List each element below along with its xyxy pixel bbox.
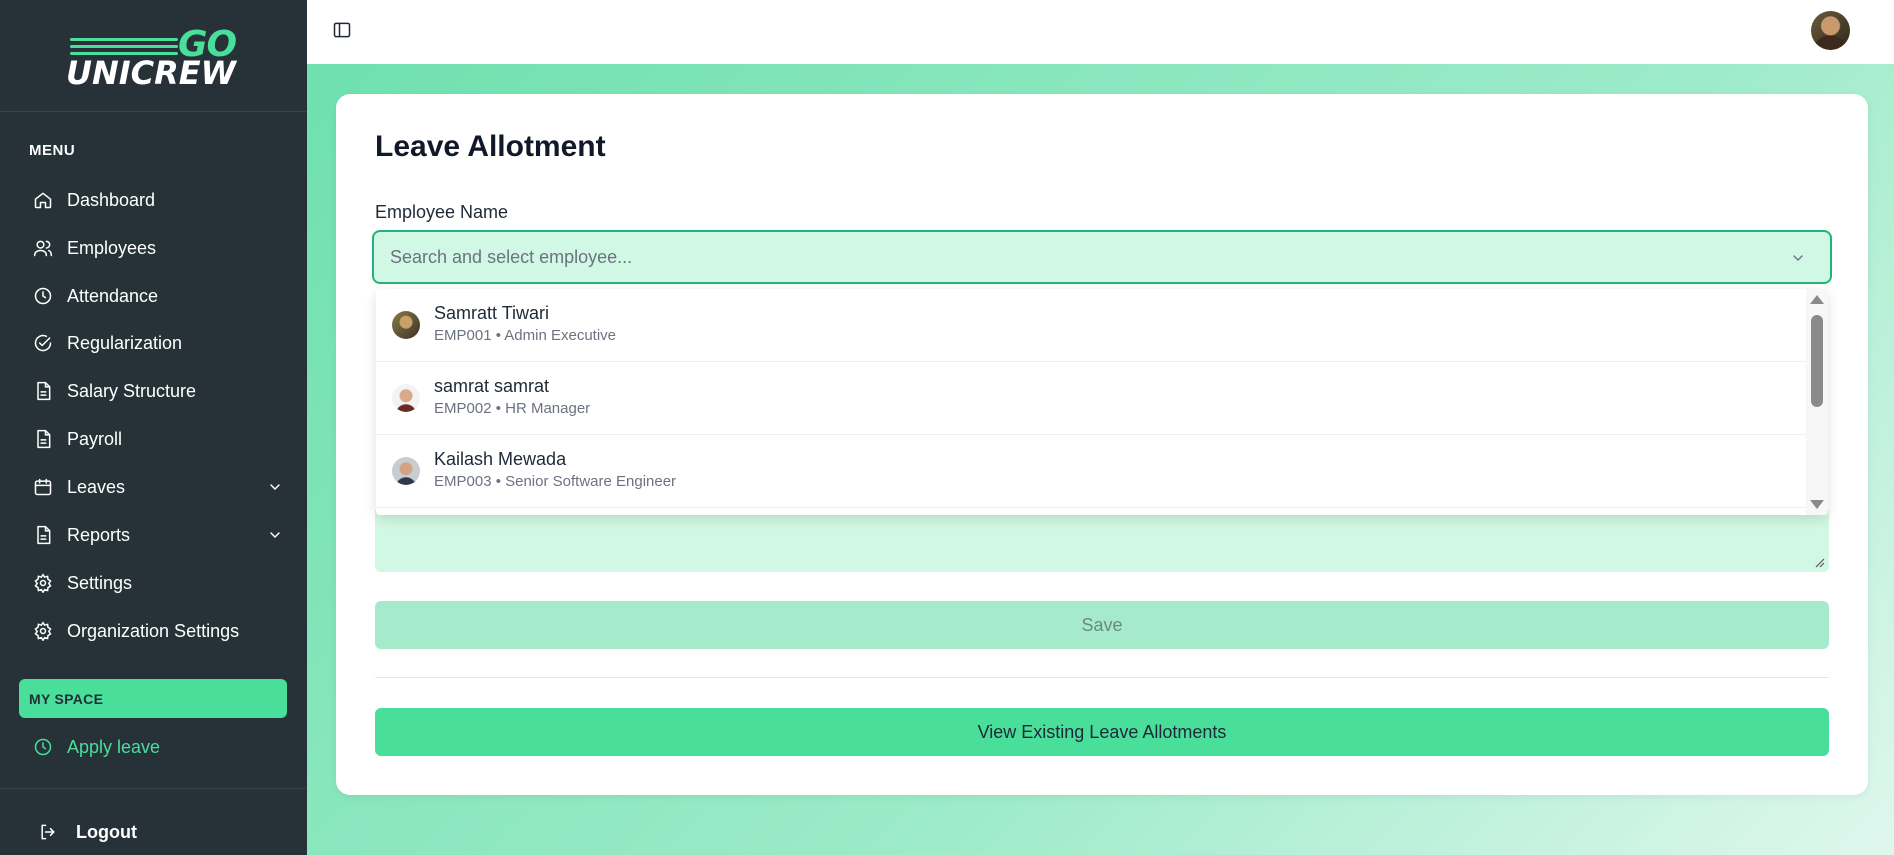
employee-avatar	[392, 311, 420, 339]
sidebar-item-label: Leaves	[67, 476, 126, 497]
sidebar-item-leaves[interactable]: Leaves	[33, 471, 283, 503]
home-icon	[34, 192, 52, 209]
employee-name-label: Employee Name	[375, 202, 509, 222]
sidebar-item-label: Payroll	[67, 428, 123, 449]
employee-option-name: samrat samrat	[434, 376, 550, 396]
scroll-up-arrow-icon[interactable]	[1810, 295, 1824, 304]
logo-text-bottom: UNICREW	[66, 54, 236, 92]
user-avatar[interactable]	[1811, 11, 1850, 50]
dropdown-scrollbar[interactable]	[1806, 289, 1828, 515]
save-button[interactable]: Save	[375, 601, 1829, 649]
sidebar-divider	[0, 111, 307, 112]
sidebar-item-organization-settings[interactable]: Organization Settings	[33, 615, 283, 647]
calendar-icon	[34, 478, 52, 496]
card-divider	[375, 677, 1829, 678]
chevron-down-icon[interactable]	[267, 479, 283, 495]
sidebar-item-label: Apply leave	[67, 736, 161, 757]
app-logo[interactable]: GO UNICREW	[66, 24, 246, 92]
employee-option-subtitle: EMP003 • Senior Software Engineer	[434, 473, 677, 490]
gear-icon	[34, 573, 52, 593]
employee-select[interactable]	[372, 230, 1832, 284]
clock-icon	[34, 287, 52, 305]
employee-option-subtitle: EMP001 • Admin Executive	[434, 327, 617, 344]
view-existing-allotments-button[interactable]: View Existing Leave Allotments	[375, 708, 1829, 756]
sidebar-item-regularization[interactable]: Regularization	[33, 327, 283, 359]
employee-avatar	[392, 384, 420, 412]
notes-textarea[interactable]	[375, 510, 1829, 572]
sidebar-item-label: Employees	[67, 237, 157, 258]
employee-dropdown: Samratt Tiwari EMP001 • Admin Executive …	[376, 289, 1828, 515]
employee-option-subtitle: EMP002 • HR Manager	[434, 400, 591, 417]
sidebar-item-apply-leave[interactable]: Apply leave	[33, 731, 283, 763]
sidebar-item-reports[interactable]: Reports	[33, 519, 283, 551]
document-icon	[37, 381, 51, 401]
menu-heading: MENU	[29, 142, 76, 159]
sidebar-item-label: Salary Structure	[67, 380, 197, 401]
top-bar	[307, 0, 1894, 64]
employee-option-name: Samratt Tiwari	[434, 303, 550, 323]
sidebar-toggle-icon[interactable]	[332, 20, 352, 40]
check-circle-icon	[34, 334, 52, 352]
clock-icon	[34, 738, 52, 756]
chevron-down-icon[interactable]	[267, 527, 283, 543]
scroll-down-arrow-icon[interactable]	[1810, 500, 1824, 509]
employee-option-name: Kailash Mewada	[434, 449, 567, 469]
logout-icon	[41, 824, 55, 840]
chevron-down-icon[interactable]	[1790, 250, 1806, 266]
sidebar-item-label: Settings	[67, 572, 133, 593]
employee-search-input[interactable]	[390, 246, 1770, 268]
logo-speed-line	[70, 45, 178, 48]
sidebar-item-label: Regularization	[67, 332, 183, 353]
sidebar-item-dashboard[interactable]: Dashboard	[33, 184, 283, 216]
sidebar-item-employees[interactable]: Employees	[33, 232, 283, 264]
logout-label: Logout	[76, 821, 137, 842]
scrollbar-thumb[interactable]	[1811, 315, 1823, 407]
users-icon	[33, 240, 53, 257]
page-title: Leave Allotment	[375, 130, 606, 163]
document-icon	[37, 525, 51, 545]
logo-speed-line	[70, 38, 178, 41]
sidebar-item-settings[interactable]: Settings	[33, 567, 283, 599]
sidebar-divider	[0, 788, 307, 789]
employee-avatar	[392, 457, 420, 485]
sidebar-item-label: Organization Settings	[67, 620, 240, 641]
sidebar-item-salary-structure[interactable]: Salary Structure	[33, 375, 283, 407]
employee-option[interactable]: Samratt Tiwari EMP001 • Admin Executive	[376, 289, 1806, 362]
sidebar-item-payroll[interactable]: Payroll	[33, 423, 283, 455]
sidebar-item-label: Dashboard	[67, 189, 156, 210]
document-icon	[37, 429, 51, 449]
employee-option[interactable]: samrat samrat EMP002 • HR Manager	[376, 362, 1806, 435]
sidebar-item-label: Reports	[67, 524, 131, 545]
sidebar: GO UNICREW MENU Dashboard Employees Atte…	[0, 0, 307, 855]
sidebar-item-label: Attendance	[67, 285, 159, 306]
logout-button[interactable]: Logout	[38, 816, 137, 848]
my-space-heading: MY SPACE	[19, 679, 287, 718]
resize-handle-icon[interactable]	[1815, 558, 1825, 568]
sidebar-item-attendance[interactable]: Attendance	[33, 280, 283, 312]
employee-option[interactable]: Kailash Mewada EMP003 • Senior Software …	[376, 435, 1806, 508]
gear-icon	[34, 621, 52, 641]
